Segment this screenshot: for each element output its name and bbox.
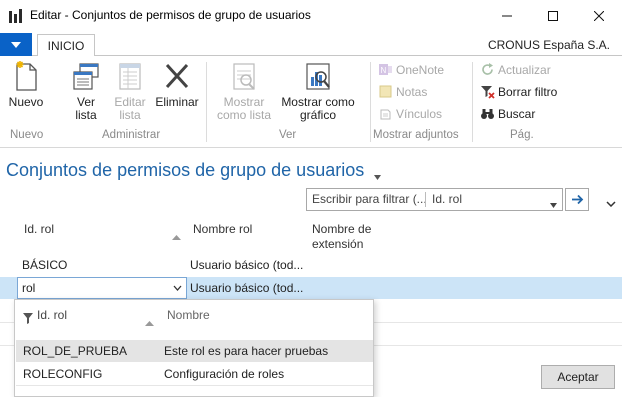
cell-nombre-rol: Usuario básico (tod...: [190, 258, 304, 272]
apply-filter-button[interactable]: [565, 188, 589, 211]
page-title: Conjuntos de permisos de grupo de usuari…: [6, 160, 365, 180]
cell-id-rol: BÁSICO: [22, 258, 68, 272]
lookup-dropdown-button[interactable]: [169, 279, 185, 297]
new-button[interactable]: Nuevo: [4, 60, 48, 109]
notes-icon: [379, 85, 392, 98]
view-list-label-2: lista: [75, 108, 97, 122]
lookup-cell-id: ROLECONFIG: [23, 367, 103, 381]
table-row[interactable]: BÁSICO Usuario básico (tod...: [0, 254, 622, 276]
lookup-dropdown: Id. rol Nombre ROL_DE_PRUEBA Este rol es…: [14, 299, 374, 397]
edit-list-button[interactable]: Editar lista: [108, 60, 152, 122]
group-label-ver: Ver: [279, 129, 297, 141]
view-list-icon: [73, 63, 99, 90]
new-document-icon: [16, 61, 37, 91]
lookup-row-selected[interactable]: ROL_DE_PRUEBA Este rol es para hacer pru…: [16, 340, 373, 362]
show-as-chart-label-2: gráfico: [299, 108, 337, 122]
company-name[interactable]: CRONUS España S.A.: [488, 38, 610, 52]
clear-filter-icon: [481, 86, 495, 99]
lookup-divider: [16, 385, 373, 386]
clear-filter-label: Borrar filtro: [498, 84, 558, 99]
close-button[interactable]: [576, 0, 622, 32]
accept-button[interactable]: Aceptar: [541, 365, 615, 389]
chevron-down-icon: [173, 285, 181, 291]
column-header-nombre-rol[interactable]: Nombre rol: [193, 222, 252, 237]
filter-separator: [425, 192, 426, 207]
id-rol-edit-input[interactable]: [17, 277, 187, 299]
filter-icon: [23, 313, 33, 327]
lookup-cell-id: ROL_DE_PRUEBA: [23, 344, 128, 358]
column-header-nombre-extension-line2: extensión: [312, 237, 364, 251]
show-as-list-button[interactable]: Mostrar como lista: [212, 60, 276, 122]
links-label: Vínculos: [396, 106, 443, 121]
tab-inicio[interactable]: INICIO: [37, 34, 95, 57]
binoculars-icon: [481, 109, 494, 119]
ribbon-separator: [206, 62, 207, 142]
lookup-cell-nombre: Este rol es para hacer pruebas: [164, 344, 329, 358]
app-icon: [8, 8, 24, 24]
lookup-cell-nombre: Configuración de roles: [164, 367, 285, 381]
group-label-pag: Pág.: [510, 129, 534, 141]
close-icon: [594, 11, 604, 21]
cell-id-rol-editing[interactable]: rol: [22, 281, 35, 295]
ribbon-separator: [370, 62, 371, 142]
filter-field-select[interactable]: Id. rol: [432, 192, 462, 206]
refresh-icon: [482, 63, 493, 75]
chevron-down-icon: [550, 203, 557, 208]
new-button-label: Nuevo: [8, 95, 44, 109]
ribbon-menu-button[interactable]: [0, 33, 32, 56]
edit-list-icon: [119, 63, 141, 90]
chevron-down-icon: [606, 201, 616, 208]
lookup-row[interactable]: ROLECONFIG Configuración de roles: [16, 363, 373, 385]
column-header-nombre-extension[interactable]: Nombre de extensión: [312, 222, 371, 252]
sort-ascending-icon: [145, 315, 154, 329]
delete-button-label: Eliminar: [155, 95, 199, 109]
notes-button[interactable]: Notas: [378, 84, 427, 99]
group-label-mostrar-adjuntos: Mostrar adjuntos: [373, 129, 459, 141]
cell-nombre-rol: Usuario básico (tod...: [190, 281, 304, 295]
window-title: Editar - Conjuntos de permisos de grupo …: [30, 8, 311, 22]
edit-list-label-2: lista: [119, 108, 141, 122]
links-button[interactable]: Vínculos: [378, 106, 442, 121]
show-as-chart-button[interactable]: Mostrar como gráfico: [278, 60, 358, 122]
onenote-button[interactable]: N OneNote: [378, 62, 444, 77]
ribbon-separator: [472, 62, 473, 142]
chevron-down-icon: [11, 41, 21, 48]
group-label-nuevo: Nuevo: [10, 129, 44, 141]
column-header-nombre-extension-line1: Nombre de: [312, 222, 372, 236]
delete-x-icon: [165, 63, 189, 89]
clear-filter-button[interactable]: Borrar filtro: [480, 84, 557, 99]
delete-button[interactable]: Eliminar: [153, 60, 201, 109]
link-icon: [380, 109, 391, 120]
minimize-button[interactable]: [484, 0, 530, 32]
notes-label: Notas: [396, 84, 428, 99]
show-as-list-label-2: como lista: [216, 108, 272, 122]
show-as-chart-icon: [306, 63, 330, 90]
find-label: Buscar: [498, 106, 536, 121]
view-list-button[interactable]: Ver lista: [64, 60, 108, 122]
column-header-id-rol[interactable]: Id. rol: [24, 222, 54, 237]
page-title-dropdown[interactable]: [374, 169, 381, 183]
refresh-label: Actualizar: [498, 62, 551, 77]
arrow-right-icon: [571, 194, 583, 205]
page-options-button[interactable]: [606, 196, 616, 210]
onenote-label: OneNote: [396, 62, 445, 77]
onenote-icon: N: [379, 64, 392, 75]
filter-input[interactable]: Escribir para filtrar (...: [312, 192, 427, 206]
lookup-header-id[interactable]: Id. rol: [37, 308, 67, 322]
filter-field-dropdown[interactable]: [550, 197, 557, 211]
svg-text:N: N: [381, 66, 387, 75]
show-as-list-icon: [233, 63, 255, 90]
table-row-selected[interactable]: rol Usuario básico (tod...: [0, 277, 622, 299]
lookup-header-nombre[interactable]: Nombre: [167, 308, 210, 322]
chevron-down-icon: [374, 175, 381, 180]
maximize-button[interactable]: [530, 0, 576, 32]
minimize-icon: [502, 15, 512, 17]
group-label-administrar: Administrar: [102, 129, 161, 141]
refresh-button[interactable]: Actualizar: [480, 62, 551, 77]
maximize-icon: [548, 11, 558, 21]
sort-ascending-icon: [172, 229, 181, 243]
find-button[interactable]: Buscar: [480, 106, 535, 121]
